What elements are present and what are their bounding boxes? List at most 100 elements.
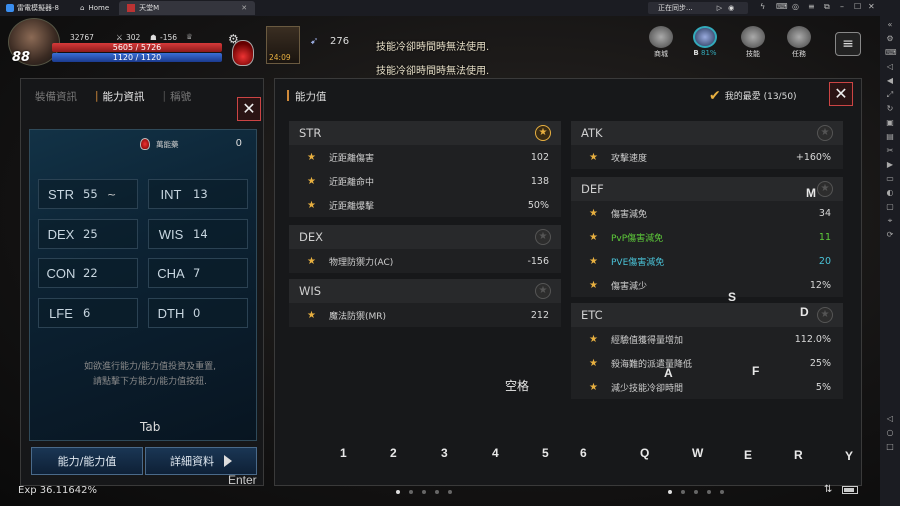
sync-icon[interactable]: ▭	[885, 174, 895, 184]
elixir-label: 萬能藥	[156, 139, 179, 149]
keymap-space: 空格	[505, 379, 530, 393]
list-item: ★ 傷害減免 34	[571, 201, 843, 225]
restore-icon[interactable]: ⧉	[824, 2, 830, 12]
list-item: ★ PVE傷害減免 20	[571, 249, 843, 273]
ability-button[interactable]: 能力/能力值	[31, 447, 143, 475]
ability-info-panel: 裝備資訊 | 能力資訊 | 稱號 ✕ 萬能藥 0 STR 55 ~ INT 13	[20, 78, 264, 486]
stat-b-value: -156	[160, 33, 178, 42]
detail-button[interactable]: 詳細資料	[145, 447, 257, 475]
hint-line-2: 請點擊下方能力/能力值按鈕.	[93, 377, 207, 387]
close-right-panel-button[interactable]: ✕	[829, 82, 853, 106]
record-icon[interactable]: ◉	[728, 4, 734, 12]
lightning-icon[interactable]: ϟ	[760, 2, 765, 11]
volume-down-icon[interactable]: ◀	[885, 76, 895, 86]
home-nav-icon[interactable]: ○	[885, 428, 895, 438]
favorite-star-icon[interactable]: ★	[817, 181, 833, 197]
shop-button[interactable]: 商城	[644, 26, 678, 59]
game-viewport[interactable]: 88 32767 ⚔ 302 ☗ -156 ♕ 5605 / 5726 1120…	[0, 16, 880, 506]
skill-slot[interactable]: 24:09	[266, 26, 300, 64]
favorite-star-icon[interactable]: ★	[535, 229, 551, 245]
gamepad-icon[interactable]: ⌨	[776, 2, 788, 11]
sort-icon[interactable]: ⇅	[824, 484, 832, 495]
list-item: ★ 殺海難的派遣量降低 25%	[571, 351, 843, 375]
trophy-icon: ♕	[186, 32, 193, 41]
screenshot-icon[interactable]: ▣	[885, 118, 895, 128]
rotate-icon[interactable]: ↻	[885, 104, 895, 114]
tab-title[interactable]: 稱號	[170, 89, 191, 104]
close-tab-icon[interactable]: ✕	[241, 4, 247, 12]
shake-icon[interactable]: ◐	[885, 188, 895, 198]
tab-equipment-info[interactable]: 裝備資訊	[35, 89, 77, 104]
record-screen-icon[interactable]: ▶	[885, 160, 895, 170]
section-title: WIS	[299, 284, 322, 298]
quest-icon	[787, 26, 811, 48]
favorite-star-icon[interactable]: ★	[817, 307, 833, 323]
stat-value: 22	[83, 266, 98, 280]
close-window-icon[interactable]: ✕	[868, 2, 875, 11]
quest-button[interactable]: 任務	[782, 26, 816, 59]
favorites-label: 我的最愛 (13/50)	[724, 92, 797, 102]
fullscreen-icon[interactable]: ⤢	[885, 90, 895, 100]
row-label: 近距離傷害	[329, 153, 375, 164]
keymap-s: S	[728, 290, 737, 304]
account-icon[interactable]: ◎	[792, 2, 799, 11]
row-label: 近距離命中	[329, 177, 375, 188]
bonus-button[interactable]: B 81%	[688, 26, 722, 57]
quest-label: 任務	[792, 50, 806, 58]
slot-timer: 24:09	[269, 53, 291, 62]
maximize-icon[interactable]: ☐	[854, 2, 861, 11]
list-item: ★ 近距離爆擊 50%	[289, 193, 561, 217]
settings-icon[interactable]: ⚙	[885, 34, 895, 44]
emulator-brand: 雷電模擬器-8	[0, 3, 72, 13]
row-value: 11	[818, 231, 831, 243]
recent-apps-icon[interactable]: □	[885, 442, 895, 452]
player-level: 88	[12, 50, 31, 65]
stat-key: LFE	[49, 305, 73, 321]
row-label: 傷害減免	[611, 209, 648, 220]
close-left-panel-button[interactable]: ✕	[237, 97, 261, 121]
row-label: 魔法防禦(MR)	[329, 311, 387, 322]
favorites-toggle[interactable]: ✔ 我的最愛 (13/50)	[709, 89, 797, 103]
emulator-logo-icon	[6, 4, 14, 12]
potion-icon[interactable]	[232, 40, 254, 66]
shop-icon	[649, 26, 673, 48]
minimize-icon[interactable]: –	[840, 2, 844, 11]
section-def: DEF ★ ★ 傷害減免 34 ★ PvP傷害減免 11 ★ PVE傷害減免 20 ★ 傷害減…	[571, 177, 843, 297]
more-icon[interactable]: ⟳	[885, 230, 895, 240]
keymap-a: A	[664, 366, 673, 380]
back-icon[interactable]: ◁	[885, 414, 895, 424]
skill-button[interactable]: 技能	[736, 26, 770, 59]
power-value: 32767	[70, 33, 94, 42]
favorite-star-icon[interactable]: ★	[535, 125, 551, 141]
keymap-r: R	[794, 448, 803, 462]
folder-icon[interactable]: ▢	[885, 202, 895, 212]
play-icon[interactable]: ▷	[717, 4, 722, 12]
favorite-star-icon[interactable]: ★	[817, 125, 833, 141]
collapse-icon[interactable]: «	[885, 20, 895, 30]
keymap-q: Q	[640, 446, 650, 460]
favorite-star-icon[interactable]: ★	[535, 283, 551, 299]
tab-game[interactable]: 天堂M ✕	[119, 1, 256, 15]
hint-line-1: 如欲進行能力/能力值投資及重置,	[84, 362, 216, 372]
notice-1: 技能冷卻時間時無法使用.	[376, 42, 490, 53]
tab-home[interactable]: ⌂ Home	[72, 1, 117, 15]
bonus-label: B 81%	[693, 49, 717, 57]
row-label: 攻擊速度	[611, 153, 648, 164]
location-icon[interactable]: ⌖	[885, 216, 895, 226]
star-icon: ★	[589, 151, 598, 163]
stat-value: 25	[83, 227, 98, 241]
volume-up-icon[interactable]: ◁	[885, 62, 895, 72]
sword-icon: ⚔	[116, 33, 123, 42]
apk-icon[interactable]: ▤	[885, 132, 895, 142]
tilde-icon: ~	[107, 187, 117, 201]
stat-key: CHA	[157, 265, 185, 281]
menu-icon[interactable]: ≡	[808, 2, 815, 11]
elixir-value: 0	[235, 138, 242, 149]
scissors-icon[interactable]: ✂	[885, 146, 895, 156]
main-menu-button[interactable]: ≡	[835, 32, 861, 56]
helmet-icon: ☗	[150, 33, 157, 42]
keymap-y: Y	[845, 449, 854, 463]
keyboard-icon[interactable]: ⌨	[885, 48, 897, 58]
stat-value: 55	[83, 187, 98, 201]
tab-ability-info[interactable]: 能力資訊	[103, 89, 145, 104]
